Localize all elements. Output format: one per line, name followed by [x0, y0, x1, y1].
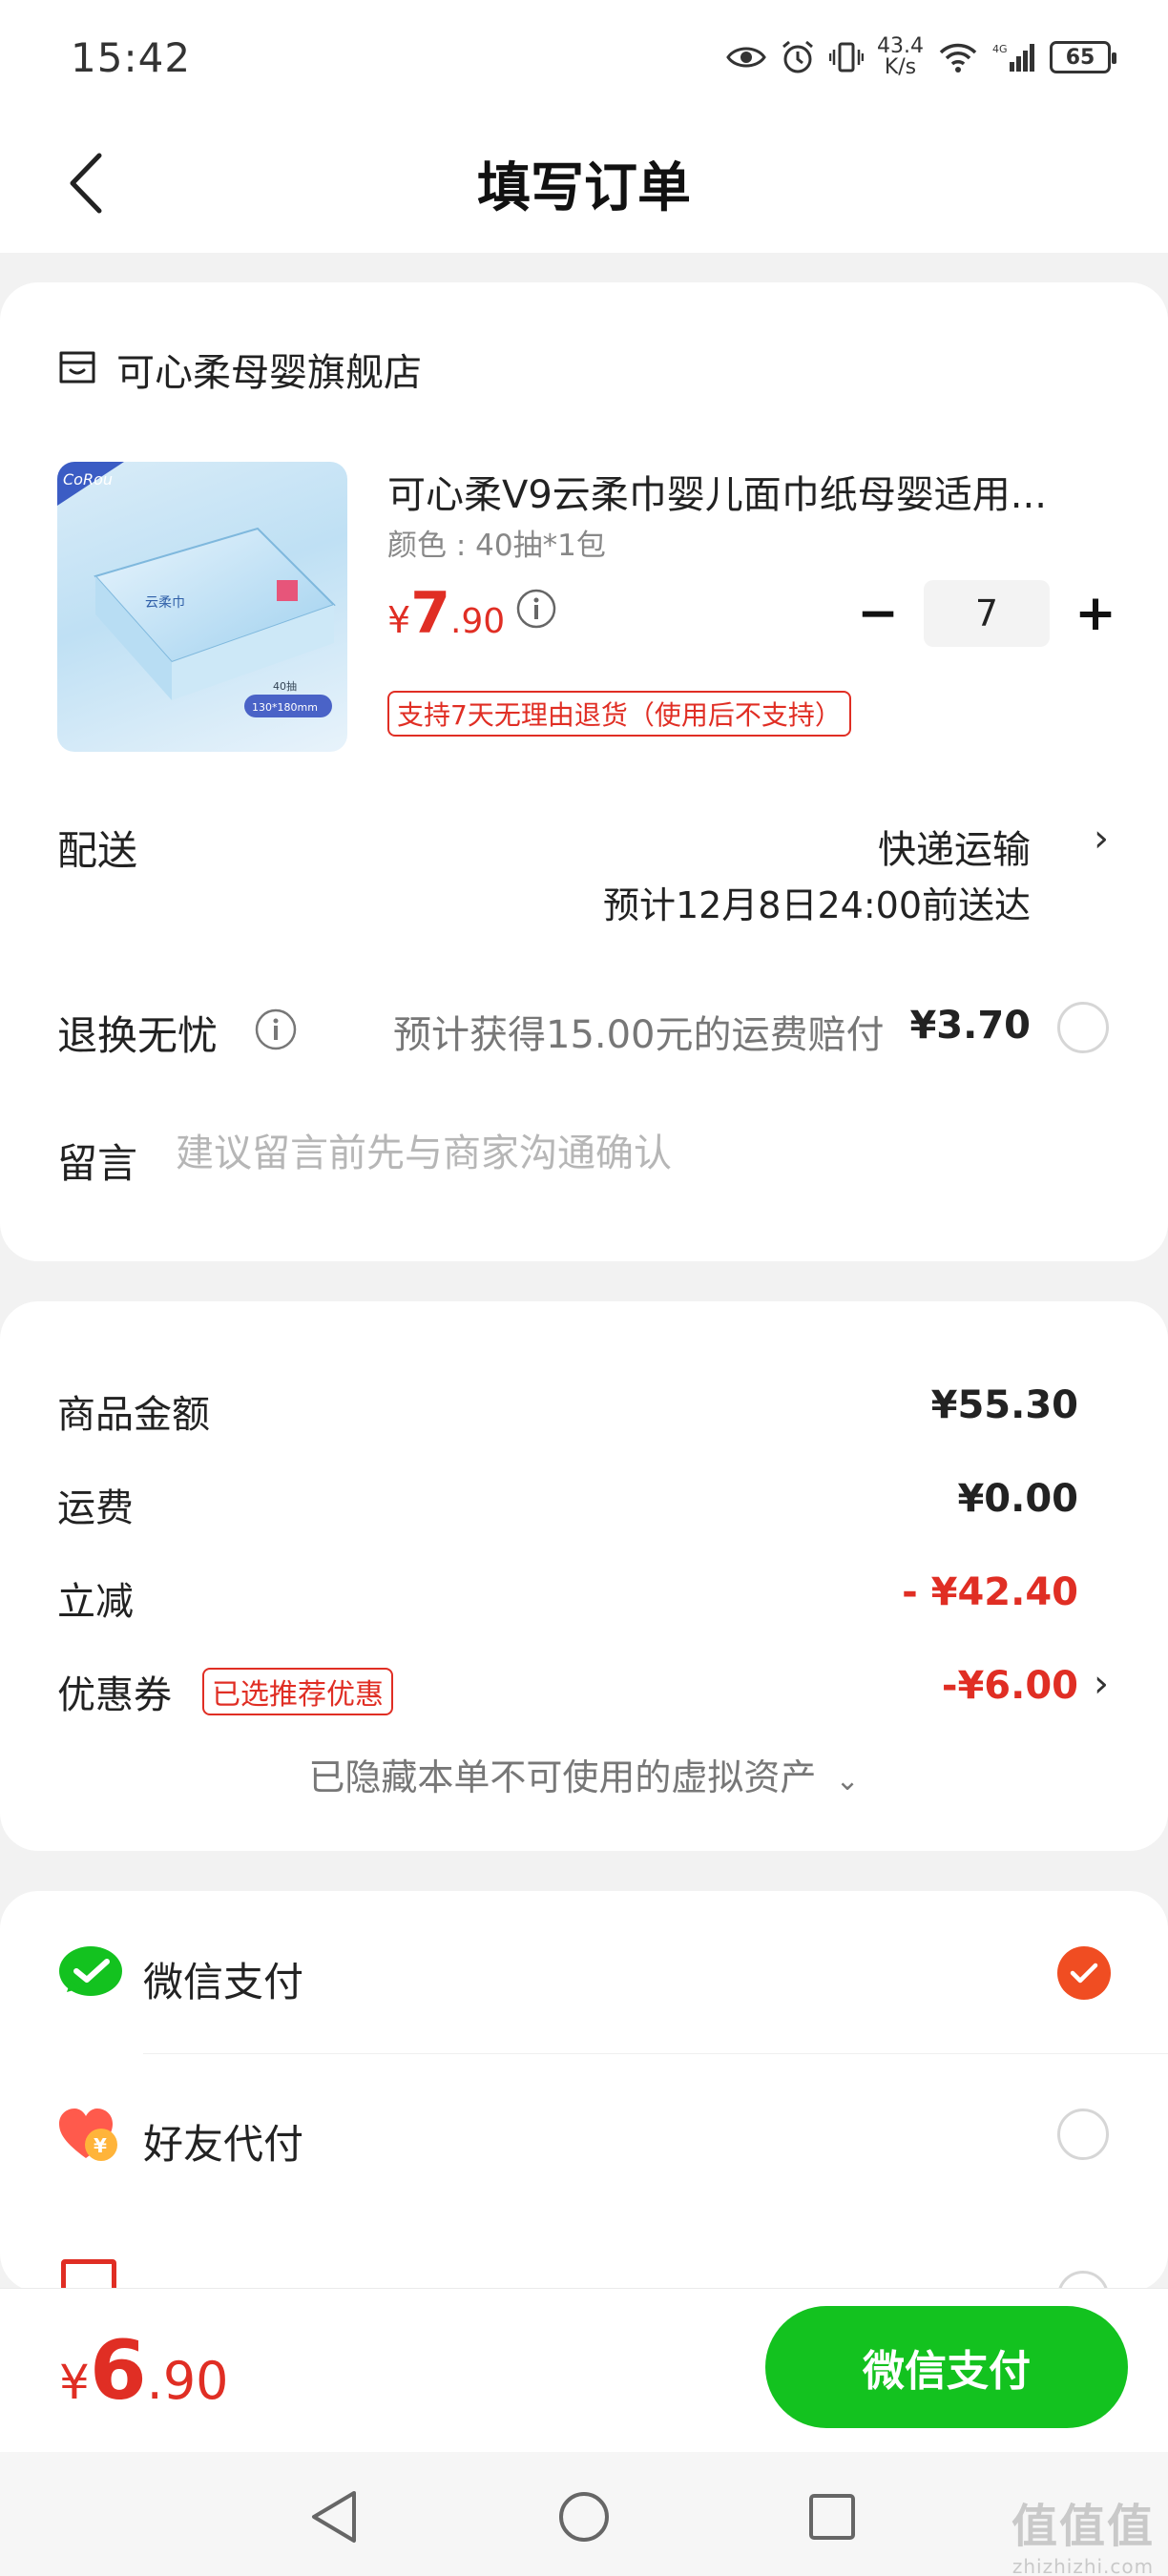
status-bar: 15:42 43.4 K/s 4G 65 [0, 0, 1168, 114]
product-image[interactable]: CoRou 云柔巾 40抽 130*180mm [57, 462, 347, 752]
alarm-icon [780, 39, 816, 75]
store-icon [57, 347, 97, 391]
svg-text:4G: 4G [992, 43, 1008, 55]
coupon-badge: 已选推荐优惠 [202, 1668, 393, 1715]
system-nav-bar [0, 2452, 1168, 2576]
order-item-card: 可心柔母婴旗舰店 CoRou 云柔巾 40抽 130*180mm 可心柔V9云柔… [0, 282, 1168, 1261]
product-name-text: 云柔巾 [145, 595, 185, 611]
total-symbol: ¥ [59, 2355, 90, 2410]
product-spec[interactable]: 颜色 : 40抽*1包 [387, 521, 606, 564]
eye-icon [726, 43, 766, 72]
return-worry-radio[interactable] [1057, 1002, 1109, 1053]
chevron-right-icon[interactable]: › [1094, 817, 1109, 861]
summary-value-coupon[interactable]: -¥6.00 [942, 1664, 1078, 1708]
back-button[interactable] [57, 145, 115, 221]
plus-button[interactable]: + [1067, 582, 1124, 645]
summary-value-shipping: ¥0.00 [957, 1477, 1078, 1521]
summary-label-discount: 立减 [57, 1580, 134, 1624]
return-worry-desc: 预计获得15.00元的运费赔付 [393, 1013, 885, 1057]
vibrate-icon [829, 40, 865, 74]
quantity-value[interactable]: 7 [924, 580, 1050, 647]
price-symbol: ¥ [387, 599, 411, 641]
total-integer: 6 [89, 2323, 147, 2419]
total-decimal: .90 [146, 2351, 229, 2411]
status-time: 15:42 [71, 33, 192, 81]
page-title: 填写订单 [477, 157, 691, 219]
total-price: ¥ 6 .90 [59, 2323, 229, 2419]
wechat-pay-icon [57, 1944, 124, 2005]
status-icons: 43.4 K/s 4G 65 [726, 36, 1116, 78]
product-size-text: 130*180mm [252, 701, 318, 714]
checkmark-selected-icon[interactable] [1057, 1946, 1111, 2000]
watermark: 值值值 zhizhizhi.com [1012, 2488, 1155, 2576]
watermark-url: zhizhizhi.com [1012, 2555, 1155, 2576]
net-speed: 43.4 K/s [877, 36, 924, 78]
wifi-icon [937, 41, 979, 73]
payment-option-partial[interactable] [0, 2215, 1168, 2292]
svg-text:¥: ¥ [94, 2134, 107, 2157]
bottom-pay-bar: ¥ 6 .90 微信支付 [0, 2288, 1168, 2452]
battery-level: 65 [1065, 45, 1095, 70]
signal-icon: 4G [992, 41, 1036, 73]
chevron-left-icon [70, 153, 102, 214]
shop-name: 可心柔母婴旗舰店 [116, 351, 422, 395]
summary-value-discount: - ¥42.40 [902, 1570, 1078, 1614]
wechat-pay-button[interactable]: 微信支付 [765, 2306, 1128, 2428]
summary-label-goods: 商品金额 [57, 1393, 210, 1437]
chevron-down-icon: ⌄ [835, 1764, 860, 1797]
product-price: ¥ 7 .90 [387, 580, 505, 647]
product-count-text: 40抽 [273, 679, 297, 693]
bank-card-icon [61, 2259, 116, 2292]
delivery-eta: 预计12月8日24:00前送达 [602, 884, 1031, 926]
summary-value-goods: ¥55.30 [930, 1383, 1078, 1427]
payment-label-friend: 好友代付 [143, 2121, 304, 2168]
watermark-logo: 值值值 [1011, 2500, 1155, 2553]
payment-radio-friend[interactable] [1057, 2109, 1109, 2160]
price-decimal: .90 [449, 602, 506, 641]
return-policy-badge: 支持7天无理由退货（使用后不支持） [387, 691, 851, 737]
quantity-stepper: − 7 + [849, 580, 1124, 647]
delivery-label: 配送 [57, 827, 138, 874]
hidden-assets-text: 已隐藏本单不可使用的虚拟资产 [308, 1756, 817, 1798]
payment-option-friend[interactable]: ¥ 好友代付 [0, 2053, 1168, 2215]
home-circle-icon[interactable] [546, 2479, 622, 2555]
price-info-icon[interactable] [515, 588, 557, 634]
return-worry-price: ¥3.70 [909, 1004, 1031, 1048]
payment-option-wechat[interactable]: 微信支付 [0, 1891, 1168, 2054]
net-speed-unit: K/s [884, 55, 917, 79]
battery-indicator: 65 [1050, 41, 1116, 73]
friend-pay-icon: ¥ [57, 2107, 124, 2170]
summary-label-shipping: 运费 [57, 1486, 134, 1530]
return-worry-label: 退换无忧 [57, 1012, 219, 1059]
recents-square-icon[interactable] [794, 2479, 870, 2555]
price-integer: 7 [410, 580, 450, 647]
back-triangle-icon[interactable] [296, 2479, 372, 2555]
payment-label-wechat: 微信支付 [143, 1959, 304, 2005]
message-label: 留言 [57, 1140, 138, 1187]
price-summary-card: 商品金额 ¥55.30 运费 ¥0.00 立减 - ¥42.40 优惠券 已选推… [0, 1301, 1168, 1851]
delivery-method[interactable]: 快递运输 [878, 819, 1031, 874]
minus-button[interactable]: − [849, 582, 907, 645]
net-speed-value: 43.4 [877, 34, 924, 58]
shop-row[interactable]: 可心柔母婴旗舰店 [57, 342, 422, 397]
coupon-chevron-icon[interactable]: › [1094, 1662, 1109, 1706]
payment-method-card: 微信支付 ¥ 好友代付 [0, 1891, 1168, 2292]
product-brand-text: CoRou [63, 470, 113, 488]
hidden-assets-toggle[interactable]: 已隐藏本单不可使用的虚拟资产 ⌄ [0, 1748, 1168, 1800]
product-title[interactable]: 可心柔V9云柔巾婴儿面巾纸母婴适用... [387, 464, 1074, 519]
header: 填写订单 [0, 114, 1168, 253]
return-worry-info-icon[interactable] [254, 1008, 298, 1055]
message-input[interactable] [176, 1132, 1034, 1175]
summary-label-coupon: 优惠券 [57, 1673, 172, 1717]
